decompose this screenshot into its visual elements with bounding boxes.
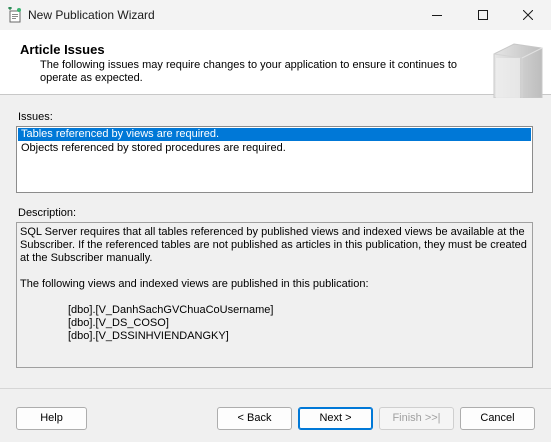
view-item: [dbo].[V_DanhSachGVChuaCoUsername]	[68, 304, 274, 316]
book-graphic-icon	[486, 38, 546, 99]
next-button[interactable]: Next >	[298, 407, 373, 430]
minimize-icon	[432, 10, 442, 20]
window-title: New Publication Wizard	[28, 8, 155, 22]
minimize-button[interactable]	[414, 0, 460, 30]
close-icon	[523, 10, 533, 20]
maximize-icon	[478, 10, 488, 20]
cancel-button[interactable]: Cancel	[460, 407, 535, 430]
view-item: [dbo].[V_DS_COSO]	[68, 317, 169, 329]
page-description: The following issues may require changes…	[40, 59, 458, 84]
description-box[interactable]: SQL Server requires that all tables refe…	[16, 222, 533, 368]
back-button[interactable]: < Back	[217, 407, 292, 430]
issue-item-tables-referenced[interactable]: Tables referenced by views are required.	[18, 128, 531, 141]
page-title: Article Issues	[20, 42, 105, 57]
issue-item-objects-referenced[interactable]: Objects referenced by stored procedures …	[18, 142, 531, 155]
view-item: [dbo].[V_DSSINHVIENDANGKY]	[68, 330, 229, 342]
finish-button[interactable]: Finish >>|	[379, 407, 454, 430]
title-bar: New Publication Wizard	[0, 0, 551, 30]
close-button[interactable]	[505, 0, 551, 30]
issues-list[interactable]: Tables referenced by views are required.…	[16, 126, 533, 193]
maximize-button[interactable]	[460, 0, 506, 30]
description-paragraph-1: SQL Server requires that all tables refe…	[20, 226, 527, 264]
issues-label: Issues:	[18, 111, 53, 123]
wizard-app-icon[interactable]	[8, 6, 22, 23]
description-label: Description:	[18, 207, 77, 219]
help-button[interactable]: Help	[16, 407, 87, 430]
description-paragraph-2: The following views and indexed views ar…	[20, 278, 369, 290]
wizard-header: Article Issues The following issues may …	[0, 30, 551, 99]
view-list: [dbo].[V_DanhSachGVChuaCoUsername] [dbo]…	[20, 304, 529, 343]
footer-separator	[0, 388, 551, 389]
